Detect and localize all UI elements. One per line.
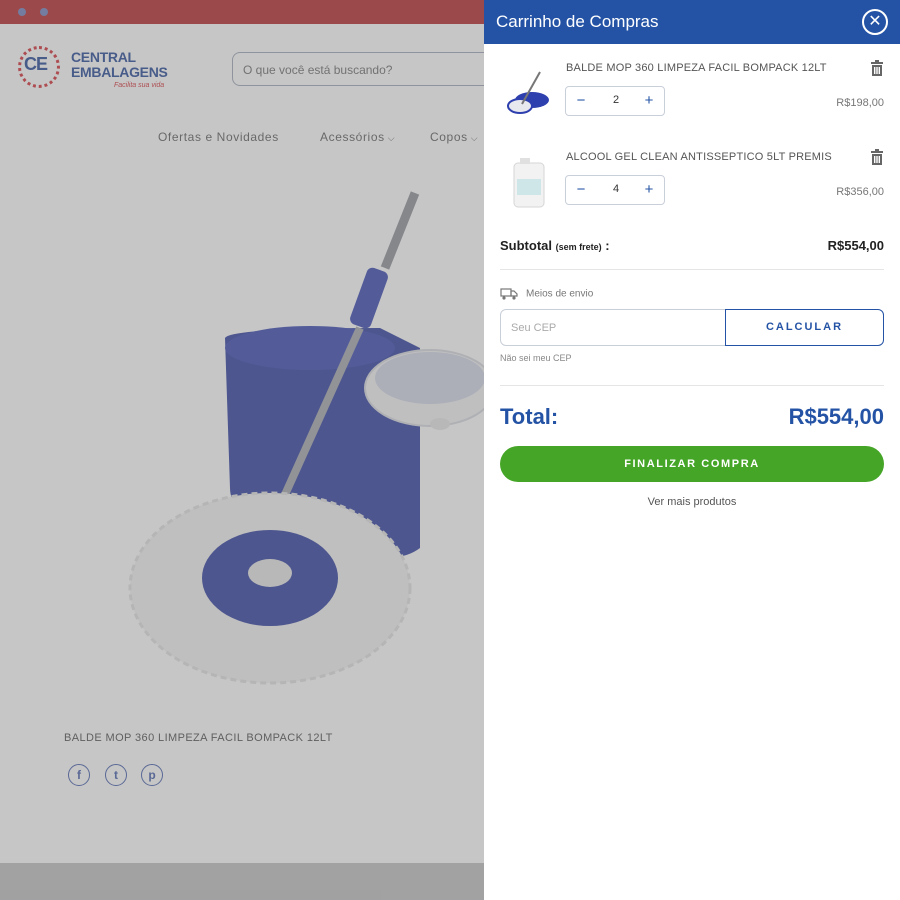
checkout-button[interactable]: FINALIZAR COMPRA: [500, 446, 884, 482]
total-row: Total: R$554,00: [500, 404, 884, 434]
calculate-shipping-button[interactable]: CALCULAR: [725, 309, 884, 346]
cart-header: Carrinho de Compras ✕: [484, 0, 900, 44]
close-icon: ✕: [868, 13, 882, 30]
cart-item-name: BALDE MOP 360 LIMPEZA FACIL BOMPACK 12LT: [566, 62, 827, 74]
subtotal-row: Subtotal (sem frete) : R$554,00: [500, 238, 884, 258]
trash-icon[interactable]: [870, 149, 884, 165]
more-products-link[interactable]: Ver mais produtos: [484, 496, 900, 508]
subtotal-label: Subtotal (sem frete) :: [500, 238, 610, 253]
subtotal-value: R$554,00: [827, 238, 884, 253]
cart-item-price: R$198,00: [836, 97, 884, 109]
subtotal-suffix: :: [601, 238, 610, 253]
unknown-cep-link[interactable]: Não sei meu CEP: [500, 353, 572, 363]
decrement-button[interactable]: −: [571, 181, 591, 199]
quantity-value[interactable]: 2: [596, 94, 636, 106]
cep-input[interactable]: [500, 309, 726, 346]
cart-item-name: ALCOOL GEL CLEAN ANTISSEPTICO 5LT PREMIS: [566, 151, 832, 163]
quantity-value[interactable]: 4: [596, 183, 636, 195]
quantity-stepper: − 2 +: [565, 86, 665, 116]
increment-button[interactable]: +: [639, 181, 659, 199]
shipping-label-text: Meios de envio: [526, 288, 594, 300]
total-label: Total:: [500, 404, 559, 429]
trash-icon[interactable]: [870, 60, 884, 76]
cart-item: BALDE MOP 360 LIMPEZA FACIL BOMPACK 12LT…: [484, 60, 900, 140]
quantity-stepper: − 4 +: [565, 175, 665, 205]
cart-drawer: Carrinho de Compras ✕ BALDE MOP 360 LIMP…: [484, 0, 900, 900]
cart-title: Carrinho de Compras: [496, 12, 659, 31]
subtotal-note: (sem frete): [555, 242, 602, 252]
truck-icon: [500, 288, 518, 300]
mop-bucket-icon: [507, 71, 549, 114]
shipping-label: Meios de envio: [500, 288, 593, 300]
cart-item-price: R$356,00: [836, 186, 884, 198]
cart-item: ALCOOL GEL CLEAN ANTISSEPTICO 5LT PREMIS…: [484, 149, 900, 229]
gel-jug-icon: [513, 158, 545, 208]
decrement-button[interactable]: −: [571, 92, 591, 110]
total-value: R$554,00: [788, 404, 884, 429]
increment-button[interactable]: +: [639, 92, 659, 110]
close-cart-button[interactable]: ✕: [862, 9, 888, 35]
divider: [500, 269, 884, 270]
subtotal-label-text: Subtotal: [500, 238, 552, 253]
divider: [500, 385, 884, 386]
